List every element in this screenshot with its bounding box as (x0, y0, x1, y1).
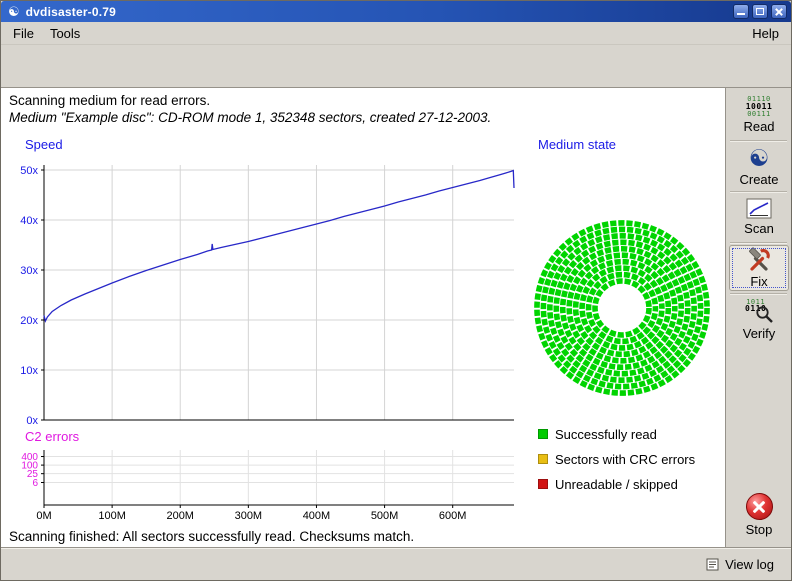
legend-item: Sectors with CRC errors (538, 451, 695, 467)
legend-swatch-green (538, 429, 548, 439)
scan-button[interactable]: Scan (729, 194, 789, 240)
legend-swatch-red (538, 479, 548, 489)
log-icon (706, 558, 719, 571)
statusbar: View log (1, 547, 791, 580)
sidebar-separator (730, 242, 787, 244)
stop-button[interactable]: Stop (729, 492, 789, 538)
scan-icon (746, 198, 772, 219)
scan-label: Scan (744, 221, 774, 236)
minimize-button[interactable] (733, 4, 749, 19)
legend-label: Unreadable / skipped (555, 477, 678, 492)
menu-file[interactable]: File (5, 23, 42, 44)
magnifier-icon (755, 305, 774, 324)
verify-label: Verify (743, 326, 776, 341)
create-label: Create (739, 172, 778, 187)
speed-chart-title: Speed (25, 137, 63, 152)
legend-label: Sectors with CRC errors (555, 452, 695, 467)
status-line-2: Medium "Example disc": CD-ROM mode 1, 35… (9, 110, 491, 125)
fix-label: Fix (750, 274, 767, 289)
legend-item: Successfully read (538, 426, 657, 442)
sidebar-separator (730, 293, 787, 295)
stop-icon (746, 493, 773, 520)
main-area: Scanning medium for read errors. Medium … (1, 88, 726, 547)
verify-icon: 1011 0110 (744, 298, 774, 324)
window-title: dvdisaster-0.79 (26, 5, 730, 19)
maximize-icon (756, 8, 764, 15)
dvdisaster-window: ☯ dvdisaster-0.79 File Tools Help Optica… (0, 0, 792, 581)
app-icon: ☯ (8, 5, 20, 18)
verify-button[interactable]: 1011 0110 Verify (729, 296, 789, 342)
view-log-button[interactable]: View log (699, 553, 781, 576)
legend-item: Unreadable / skipped (538, 476, 678, 492)
action-sidebar: 01110 10011 00111 Read ☯ Create Scan (725, 88, 791, 547)
stop-label: Stop (746, 522, 773, 537)
menubar: File Tools Help (1, 22, 791, 45)
close-button[interactable] (771, 4, 787, 19)
status-line-1: Scanning medium for read errors. (9, 93, 210, 108)
read-label: Read (743, 119, 774, 134)
scan-result-message: Scanning finished: All sectors successfu… (9, 529, 414, 544)
menu-help[interactable]: Help (744, 23, 787, 44)
fix-tools-icon (746, 247, 772, 272)
c2-chart-title: C2 errors (25, 429, 79, 444)
legend-label: Successfully read (555, 427, 657, 442)
sidebar-separator (730, 191, 787, 193)
view-log-label: View log (725, 557, 774, 572)
create-icon: ☯ (749, 146, 770, 170)
titlebar[interactable]: ☯ dvdisaster-0.79 (1, 1, 791, 22)
fix-button[interactable]: Fix (729, 245, 789, 291)
maximize-button[interactable] (752, 4, 768, 19)
legend-swatch-yellow (538, 454, 548, 464)
toolbar: Optical drive 52X FW 1.02 10011 00111 (1, 46, 791, 88)
menu-tools[interactable]: Tools (42, 23, 88, 44)
minimize-icon (737, 13, 745, 15)
read-icon: 01110 10011 00111 (746, 96, 773, 117)
sidebar-separator (730, 140, 787, 142)
read-button[interactable]: 01110 10011 00111 Read (729, 92, 789, 138)
create-button[interactable]: ☯ Create (729, 143, 789, 189)
medium-state-title: Medium state (538, 137, 616, 152)
